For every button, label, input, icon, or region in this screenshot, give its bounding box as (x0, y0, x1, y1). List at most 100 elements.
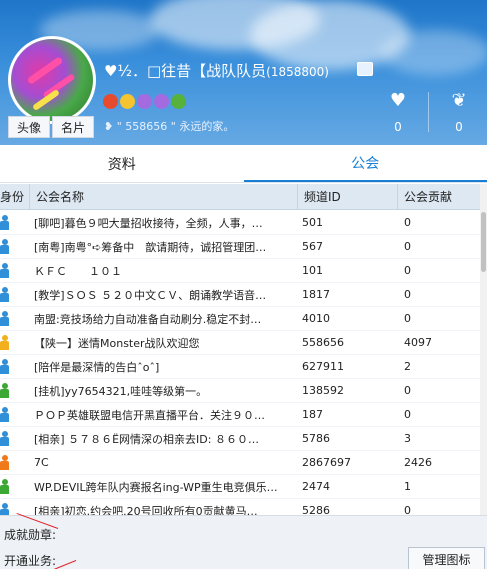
member-role-icon (0, 503, 9, 515)
crown-icon (103, 94, 118, 109)
channel-id: 101 (302, 264, 323, 277)
card-button[interactable]: 名片 (52, 116, 94, 138)
manage-icons-button[interactable]: 管理图标 (408, 547, 485, 569)
role-cell (0, 383, 30, 398)
role-cell (0, 503, 30, 515)
header-channel-id[interactable]: 频道ID (298, 184, 398, 209)
awards-stat[interactable]: ❦ 0 (439, 90, 479, 135)
heart-icon: ♥ (389, 90, 407, 111)
yellow-crown-icon (120, 94, 135, 109)
contribution: 0 (404, 240, 411, 253)
likes-stat[interactable]: ♥ 0 (378, 90, 418, 135)
role-cell (0, 263, 30, 278)
table-row[interactable]: 南盟:竞技场给力自动准备自动刷分.稳定不封… 4010 0 (0, 307, 480, 331)
nickname-text: ♥½．□往昔【战队队员 (104, 62, 267, 80)
guild-name: 【陕一】迷情Monster战队欢迎您 (34, 336, 200, 350)
member-role-icon (0, 407, 9, 422)
member-role-icon (0, 383, 9, 398)
profile-header: 头像 名片 ♥½．□往昔【战队队员(1858800) ❥ " 558656 " … (0, 0, 487, 145)
contribution: 0 (404, 288, 411, 301)
channel-id: 1817 (302, 288, 330, 301)
contribution: 2426 (404, 456, 432, 469)
table-row[interactable]: [相亲] ５７８６Ё网情深の相亲去ID: ８６０… 5786 3 (0, 427, 480, 451)
header-contribution[interactable]: 公会贡献 (398, 184, 480, 209)
channel-id: 5286 (302, 504, 330, 515)
honor-label: 成就勋章: (4, 528, 57, 542)
tab-bar: 资料 公会 (0, 145, 487, 183)
channel-id: 4010 (302, 312, 330, 325)
contribution: 0 (404, 504, 411, 515)
likes-count: 0 (394, 120, 402, 134)
scrollbar[interactable] (480, 184, 487, 515)
tab-guild[interactable]: 公会 (243, 145, 487, 182)
contribution: 0 (404, 264, 411, 277)
table-row[interactable]: [南粤]南粤°➪筹备中 歆请期待，诚招管理团… 567 0 (0, 235, 480, 259)
role-cell (0, 407, 30, 422)
member-role-icon (0, 359, 9, 374)
header-identity[interactable]: 身份 (0, 184, 30, 209)
table-row[interactable]: [挂机]yy7654321,哇哇等级第一。 138592 0 (0, 379, 480, 403)
member-role-icon (0, 431, 9, 446)
table-body: [聊吧]暮色９吧大量招收接待，全频，人事，… 501 0 [南粤]南粤°➪筹备中 歆请… (0, 211, 480, 515)
header-name[interactable]: 公会名称 (30, 184, 298, 209)
guild-name: [相亲] ５７８６Ё网情深の相亲去ID: ８６０… (34, 432, 259, 446)
contribution: 1 (404, 480, 411, 493)
channel-id: 2474 (302, 480, 330, 493)
role-cell (0, 479, 30, 494)
role-cell (0, 239, 30, 254)
table-row[interactable]: ＫＦＣ １０１ 101 0 (0, 259, 480, 283)
guild-name: [挂机]yy7654321,哇哇等级第一。 (34, 384, 208, 398)
scrollbar-thumb[interactable] (481, 212, 486, 272)
purple-shield-icon-2 (154, 94, 169, 109)
role-cell (0, 359, 30, 374)
role-cell (0, 287, 30, 302)
contribution: 0 (404, 408, 411, 421)
contribution: 0 (404, 384, 411, 397)
avatar-button[interactable]: 头像 (8, 116, 50, 138)
member-role-icon (0, 215, 9, 230)
table-row[interactable]: [相亲]初恋.约会吧.20号回收所有0贡献黄马… 5286 0 (0, 499, 480, 515)
role-cell (0, 455, 30, 470)
channel-id: 501 (302, 216, 323, 229)
contribution: 2 (404, 360, 411, 373)
awards-count: 0 (455, 120, 463, 134)
purple-shield-icon (137, 94, 152, 109)
role-cell (0, 215, 30, 230)
signature: ❥ " 558656 " 永远的家。 (104, 120, 235, 133)
contribution: 3 (404, 432, 411, 445)
table-row[interactable]: [陪伴是最深情的告白ˆoˆ] 627911 2 (0, 355, 480, 379)
member-role-icon (0, 311, 9, 326)
table-row[interactable]: WP.DEVIL跨年队内赛报名ing-WP重生电竞俱乐… 2474 1 (0, 475, 480, 499)
channel-id: 558656 (302, 336, 344, 349)
table-header: 身份 公会名称 频道ID 公会贡献 (0, 184, 480, 210)
channel-id: 627911 (302, 360, 344, 373)
guild-name: [陪伴是最深情的告白ˆoˆ] (34, 360, 160, 374)
table-row[interactable]: ＰＯＰ英雄联盟电信开黑直播平台．关注９０… 187 0 (0, 403, 480, 427)
channel-id: 567 (302, 240, 323, 253)
member-role-icon (0, 287, 9, 302)
member-role-icon (0, 263, 9, 278)
qq-number: (1858800) (266, 65, 329, 79)
table-row[interactable]: [聊吧]暮色９吧大量招收接待，全频，人事，… 501 0 (0, 211, 480, 235)
contribution: 0 (404, 216, 411, 229)
avatar[interactable] (8, 36, 96, 124)
guild-table: 身份 公会名称 频道ID 公会贡献 [聊吧]暮色９吧大量招收接待，全频，人事，…… (0, 184, 487, 515)
table-row[interactable]: [教学]ＳＯＳ ５２０中文ＣＶ、朗诵教学语音… 1817 0 (0, 283, 480, 307)
table-row[interactable]: 7C 2867697 2426 (0, 451, 480, 475)
guild-name: [相亲]初恋.约会吧.20号回收所有0贡献黄马… (34, 504, 258, 516)
guild-name: 7C (34, 456, 49, 469)
contribution: 4097 (404, 336, 432, 349)
role-cell (0, 431, 30, 446)
business-label: 开通业务: (4, 554, 57, 568)
table-row[interactable]: 【陕一】迷情Monster战队欢迎您 558656 4097 (0, 331, 480, 355)
guild-name: ＰＯＰ英雄联盟电信开黑直播平台．关注９０… (34, 408, 265, 422)
badge-row (103, 94, 186, 109)
business-card-icon[interactable] (357, 62, 373, 76)
member-role-icon (0, 479, 9, 494)
member-role-icon (0, 239, 9, 254)
award-ribbon-icon: ❦ (451, 90, 467, 111)
nickname: ♥½．□往昔【战队队员(1858800) (104, 60, 329, 81)
member-role-icon (0, 335, 9, 350)
guild-name: 南盟:竞技场给力自动准备自动刷分.稳定不封… (34, 312, 262, 326)
tab-info[interactable]: 资料 (0, 145, 244, 182)
